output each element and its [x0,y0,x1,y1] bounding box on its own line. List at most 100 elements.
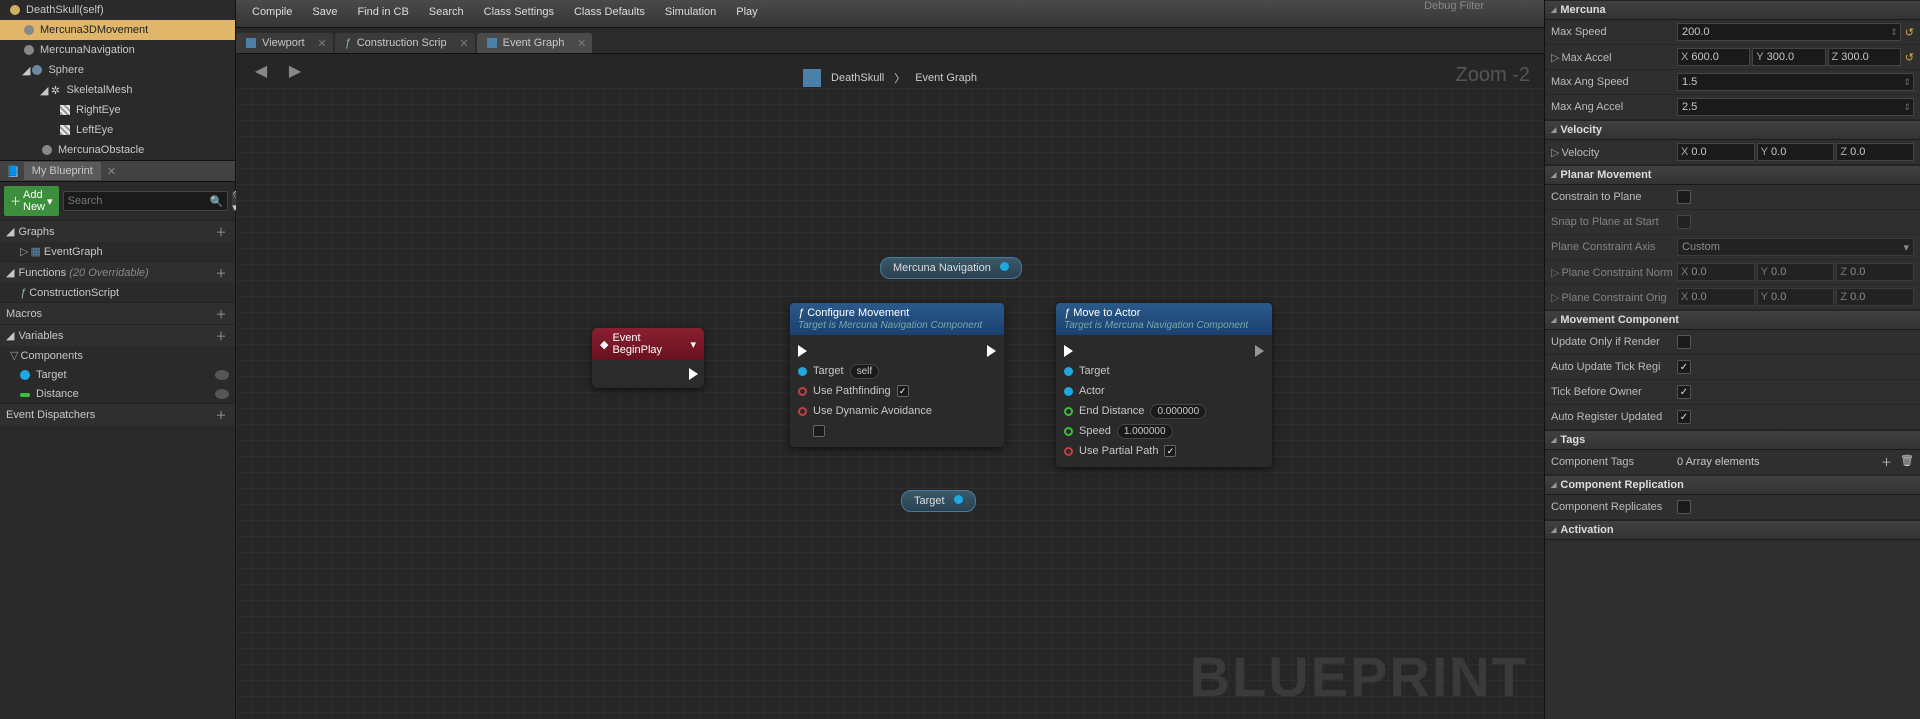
velocity-z-input[interactable]: Z0.0 [1836,143,1914,161]
normal-z-input[interactable]: Z0.0 [1836,263,1914,281]
simulation-button[interactable]: Simulation [655,0,726,24]
float-pin[interactable] [1064,427,1073,436]
expand-icon[interactable]: ▷ [1551,292,1559,304]
origin-z-input[interactable]: Z0.0 [1836,288,1914,306]
max-ang-speed-input[interactable]: 1.5⇕ [1677,73,1914,91]
component-righteye[interactable]: RightEye [0,100,235,120]
target-pin[interactable] [798,367,807,376]
max-accel-y-input[interactable]: Y300.0 [1752,48,1825,66]
output-pin[interactable] [954,495,963,504]
bool-pin[interactable] [798,387,807,396]
max-ang-accel-input[interactable]: 2.5⇕ [1677,98,1914,116]
normal-x-input[interactable]: X0.0 [1677,263,1755,281]
tab-event-graph[interactable]: Event Graph ✕ [477,33,593,53]
close-icon[interactable]: ✕ [107,165,116,178]
max-accel-z-input[interactable]: Z300.0 [1828,48,1901,66]
velocity-x-input[interactable]: X0.0 [1677,143,1755,161]
category-planar-movement[interactable]: ◢Planar Movement [1545,165,1920,185]
expand-icon[interactable]: ▷ [1551,267,1559,279]
class-defaults-button[interactable]: Class Defaults [564,0,655,24]
play-button[interactable]: Play [726,0,767,24]
checkbox[interactable] [813,425,825,437]
node-var-target[interactable]: Target [901,490,976,512]
pin-default[interactable]: 0.000000 [1150,404,1206,419]
expand-icon[interactable]: ▷ [20,246,28,258]
expand-icon[interactable]: ▷ [1551,52,1559,64]
breadcrumb-parent[interactable]: DeathSkull [831,72,884,84]
add-new-button[interactable]: ＋ Add New ▾ [4,186,59,216]
component-mercunaobstacle[interactable]: MercunaObstacle [0,140,235,160]
tab-viewport[interactable]: Viewport ✕ [236,33,333,53]
visibility-toggle[interactable] [215,389,229,399]
expand-icon[interactable]: ▽ [10,350,18,362]
autoreg-checkbox[interactable] [1677,410,1691,424]
add-variable-button[interactable]: ＋ [213,328,229,344]
close-icon[interactable]: ✕ [577,37,586,50]
clear-array-button[interactable]: 🗑 [1900,454,1914,470]
checkbox[interactable] [1164,445,1176,457]
graph-eventgraph[interactable]: ▷▦ EventGraph [0,242,235,261]
node-move-to-actor[interactable]: ƒ Move to Actor Target is Mercuna Naviga… [1056,303,1272,467]
checkbox[interactable] [897,385,909,397]
category-activation[interactable]: ◢Activation [1545,520,1920,540]
plane-axis-dropdown[interactable]: Custom▾ [1677,238,1914,256]
bool-pin[interactable] [1064,447,1073,456]
max-speed-input[interactable]: 200.0⇕ [1677,23,1901,41]
autotick-checkbox[interactable] [1677,360,1691,374]
variable-distance[interactable]: Distance [0,384,235,403]
reset-button[interactable]: ↺ [1905,51,1914,64]
add-function-button[interactable]: ＋ [213,265,229,281]
render-checkbox[interactable] [1677,335,1691,349]
add-dispatcher-button[interactable]: ＋ [213,407,229,423]
component-mercunanavigation[interactable]: MercunaNavigation [0,40,235,60]
variable-target[interactable]: Target [0,365,235,384]
tab-construction-script[interactable]: ƒ Construction Scrip ✕ [335,33,475,53]
find-in-cb-button[interactable]: Find in CB [347,0,418,24]
section-event-dispatchers[interactable]: Event Dispatchers ＋ [0,403,235,425]
reset-button[interactable]: ↺ [1905,26,1914,39]
output-pin[interactable] [1000,262,1009,271]
pin-default[interactable]: 1.000000 [1117,424,1173,439]
section-functions[interactable]: ◢Functions (20 Overridable) ＋ [0,261,235,283]
debug-filter-dropdown[interactable]: Debug Filter [1404,0,1504,12]
category-component-replication[interactable]: ◢Component Replication [1545,475,1920,495]
expand-icon[interactable]: ▷ [1551,147,1559,159]
add-element-button[interactable]: ＋ [1881,454,1892,470]
replicates-checkbox[interactable] [1677,500,1691,514]
component-sphere[interactable]: ◢ Sphere [0,60,235,80]
visibility-toggle[interactable] [215,370,229,380]
exec-output-pin[interactable] [1255,345,1264,357]
category-tags[interactable]: ◢Tags [1545,430,1920,450]
target-pin[interactable] [1064,367,1073,376]
category-mercuna[interactable]: ◢Mercuna [1545,0,1920,20]
component-skeletalmesh[interactable]: ◢ ✲ SkeletalMesh [0,80,235,100]
search-input[interactable]: 🔍 [63,191,229,211]
category-movement-component[interactable]: ◢Movement Component [1545,310,1920,330]
section-components-sub[interactable]: ▽Components [0,346,235,365]
exec-input-pin[interactable] [1064,345,1073,357]
add-graph-button[interactable]: ＋ [213,224,229,240]
tickbefore-checkbox[interactable] [1677,385,1691,399]
exec-output-pin[interactable] [987,345,996,357]
pin-default[interactable]: self [850,364,880,379]
expand-arrow-icon[interactable]: ◢ [40,84,48,97]
save-button[interactable]: Save [302,0,347,24]
normal-y-input[interactable]: Y0.0 [1757,263,1835,281]
component-root[interactable]: DeathSkull(self) [0,0,235,20]
origin-y-input[interactable]: Y0.0 [1757,288,1835,306]
section-graphs[interactable]: ◢Graphs ＋ [0,220,235,242]
node-configure-movement[interactable]: ƒ Configure Movement Target is Mercuna N… [790,303,1004,447]
my-blueprint-tab[interactable]: My Blueprint [24,162,101,180]
function-constructionscript[interactable]: ƒ ConstructionScript [0,283,235,302]
origin-x-input[interactable]: X0.0 [1677,288,1755,306]
search-field[interactable] [68,195,210,207]
component-mercuna3dmovement[interactable]: Mercuna3DMovement [0,20,235,40]
constrain-checkbox[interactable] [1677,190,1691,204]
graph-canvas[interactable]: ◆Event BeginPlay▾ Mercuna Navigation Tar… [236,88,1544,719]
float-pin[interactable] [1064,407,1073,416]
bool-pin[interactable] [798,407,807,416]
category-velocity[interactable]: ◢Velocity [1545,120,1920,140]
node-var-mercuna-navigation[interactable]: Mercuna Navigation [880,257,1022,279]
chevron-down-icon[interactable]: ▾ [690,338,696,351]
close-icon[interactable]: ✕ [317,37,326,50]
